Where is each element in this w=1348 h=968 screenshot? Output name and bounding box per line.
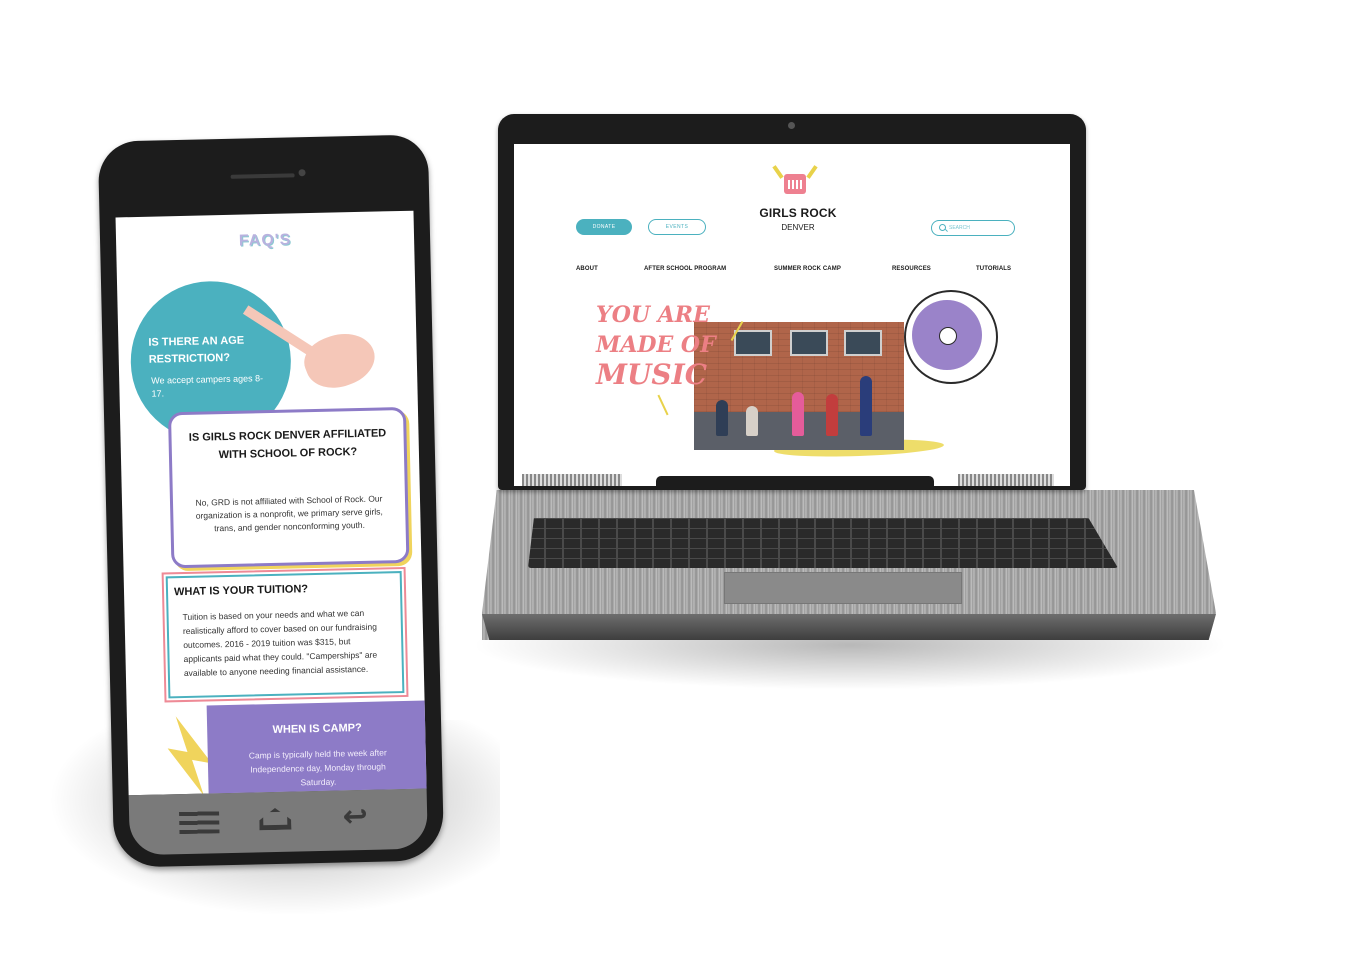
search-icon [939,224,946,231]
hero-line-3: MUSIC [596,358,708,391]
hero-headline: YOU ARE MADE OF MUSIC [596,300,726,390]
phone-screen: FAQ'S IS THERE AN AGE RESTRICTION? We ac… [115,210,427,796]
photo-person [860,376,872,436]
photo-person [792,392,804,436]
photo-window [844,330,882,356]
main-nav: ABOUT AFTER SCHOOL PROGRAM SUMMER ROCK C… [514,266,1070,276]
faq-answer: Tuition is based on your needs and what … [182,607,378,679]
guitar-body-icon [297,323,382,398]
faq-answer: Camp is typically held the week after In… [248,747,387,788]
faq-card[interactable]: WHAT IS YOUR TUITION? Tuition is based o… [161,566,409,703]
menu-icon[interactable] [178,807,220,835]
photo-person [746,406,758,436]
faq-question: WHEN IS CAMP? [272,722,362,737]
laptop-base-edge [482,614,1216,640]
record-label [912,300,982,370]
site-brand-subtitle: DENVER [781,223,815,232]
faq-card[interactable]: IS GIRLS ROCK DENVER AFFILIATED WITH SCH… [167,406,410,569]
laptop-trackpad [724,572,962,604]
screen-bottom-bar [656,476,934,486]
faq-answer: No, GRD is not affiliated with School of… [195,493,383,534]
nav-item-summer-rock-camp[interactable]: SUMMER ROCK CAMP [774,266,841,272]
search-input[interactable] [949,223,1009,232]
phone-speaker [230,173,295,179]
faq-question: WHAT IS YOUR TUITION? [173,583,309,599]
home-icon[interactable] [255,806,296,835]
phone-body: FAQ'S IS THERE AN AGE RESTRICTION? We ac… [97,134,445,868]
amp-logo-icon[interactable] [784,174,806,194]
page-title: FAQ'S [238,231,292,250]
record-hole [939,327,957,345]
faq-card[interactable]: WHEN IS CAMP? Camp is typically held the… [206,700,427,796]
lightning-bolt-icon [167,715,213,795]
site-brand-title[interactable]: GIRLS ROCK [738,206,858,220]
thumbnail-strip [522,474,622,486]
hero-line-1: YOU ARE [596,302,710,328]
laptop-lid: GIRLS ROCK DENVER DONATE EVENTS ABOUT AF… [498,114,1086,490]
donate-button[interactable]: DONATE [576,219,632,235]
nav-item-about[interactable]: ABOUT [576,266,598,272]
device-mockup-scene: GIRLS ROCK DENVER DONATE EVENTS ABOUT AF… [0,0,1348,968]
laptop-screen: GIRLS ROCK DENVER DONATE EVENTS ABOUT AF… [514,144,1070,486]
photo-window [734,330,772,356]
thumbnail-strip [958,474,1054,486]
laptop-camera [788,122,795,129]
photo-person [826,394,838,436]
laptop-keyboard [528,518,1118,568]
nav-item-after-school-program[interactable]: AFTER SCHOOL PROGRAM [644,266,726,272]
back-icon[interactable]: ↩ [335,799,376,835]
sparkle-icon [657,394,669,416]
nav-item-tutorials[interactable]: TUTORIALS [976,266,1011,272]
photo-window [790,330,828,356]
nav-item-resources[interactable]: RESOURCES [892,266,931,272]
faq-answer: We accept campers ages 8-17. [151,373,264,399]
phone-nav-bar: ↩ [128,788,428,856]
photo-person [716,400,728,436]
faq-question[interactable]: IS THERE AN AGE RESTRICTION? [148,331,299,368]
events-button[interactable]: EVENTS [648,219,706,235]
faq-question: IS GIRLS ROCK DENVER AFFILIATED WITH SCH… [188,427,387,462]
vinyl-record-icon [904,290,998,384]
hero-line-2: MADE OF [596,332,716,358]
amp-grill [788,180,802,189]
phone-camera [298,169,306,177]
search-box[interactable] [931,220,1015,236]
